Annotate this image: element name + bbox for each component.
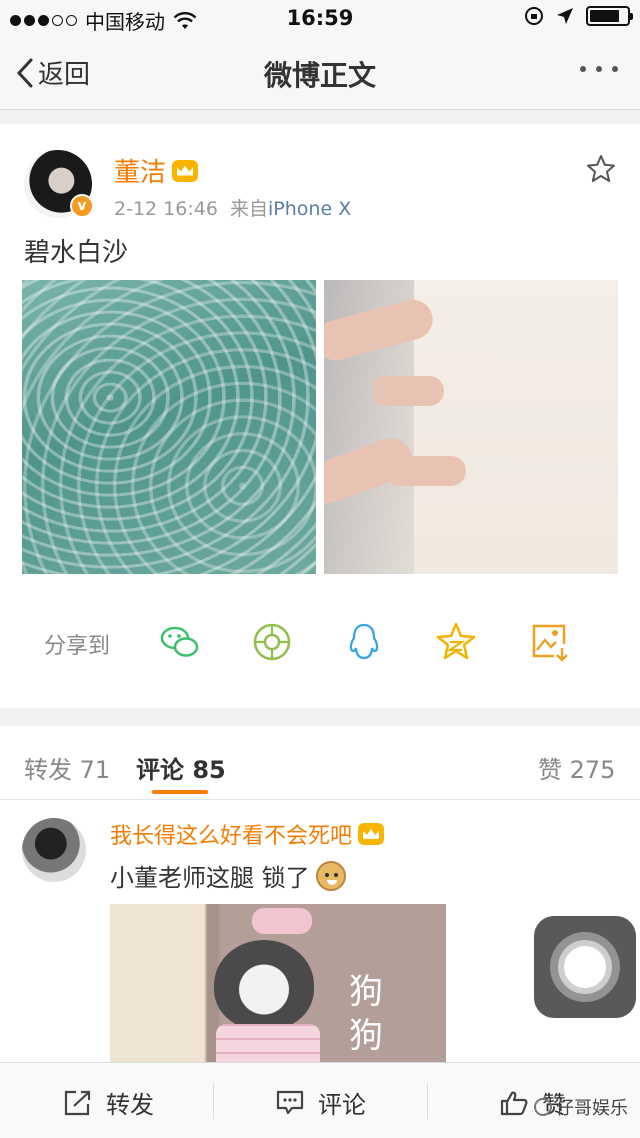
post-timestamp: 2-12 16:46 — [114, 198, 218, 220]
tab-likes[interactable]: 赞 275 — [538, 750, 615, 785]
watermark-logo-icon — [534, 1098, 552, 1116]
commenter-avatar[interactable] — [22, 818, 86, 882]
qzone-icon[interactable] — [434, 620, 478, 664]
repost-button[interactable]: 转发 — [64, 1085, 154, 1120]
battery-icon — [586, 6, 633, 26]
active-tab-indicator — [152, 790, 208, 794]
tab-comments[interactable]: 评论 85 — [136, 750, 226, 785]
assistive-touch-button[interactable] — [534, 916, 636, 1018]
share-row: 分享到 — [0, 614, 640, 670]
post-meta: 2-12 16:46 来自iPhone X — [114, 194, 351, 221]
post-image-water[interactable] — [22, 280, 316, 574]
comment-bubble-icon — [276, 1090, 304, 1114]
post-card: v 董洁 2-12 16:46 来自iPhone X 碧水白沙 分享到 — [0, 124, 640, 708]
moments-icon[interactable] — [250, 620, 294, 664]
watermark: 仔哥娱乐 — [534, 1094, 628, 1120]
save-image-icon[interactable] — [528, 620, 572, 664]
verified-badge-icon: v — [70, 194, 94, 218]
more-options-button[interactable] — [580, 66, 618, 72]
wechat-icon[interactable] — [158, 620, 202, 664]
vip-crown-icon — [358, 823, 385, 845]
meme-caption: 狗狗 — [349, 972, 383, 1056]
post-text: 碧水白沙 — [24, 238, 129, 268]
tab-repost[interactable]: 转发 71 — [24, 750, 110, 785]
qq-icon[interactable] — [342, 620, 386, 664]
source-prefix: 来自 — [230, 198, 269, 220]
favorite-star-icon[interactable] — [586, 154, 616, 184]
comment-button[interactable]: 评论 — [276, 1085, 366, 1120]
commenter-name[interactable]: 我长得这么好看不会死吧 — [110, 818, 352, 850]
nav-bar: 返回 微博正文 — [0, 36, 640, 110]
page-title: 微博正文 — [263, 59, 376, 92]
post-image-sand[interactable] — [324, 280, 618, 574]
doge-emoji-icon — [315, 860, 346, 891]
vip-crown-icon — [172, 159, 199, 182]
thumbs-up-icon — [500, 1091, 528, 1115]
location-icon — [557, 8, 573, 24]
share-arrow-icon — [64, 1090, 91, 1115]
author-name[interactable]: 董洁 — [114, 152, 166, 189]
post-source[interactable]: iPhone X — [268, 198, 351, 220]
share-label: 分享到 — [44, 634, 111, 659]
comment-text: 小董老师这腿 锁了 — [110, 864, 310, 892]
orientation-lock-icon — [525, 7, 543, 25]
status-bar: 中国移动 16:59 — [0, 0, 640, 36]
comment-tabs: 转发 71 评论 85 赞 275 — [0, 726, 640, 800]
